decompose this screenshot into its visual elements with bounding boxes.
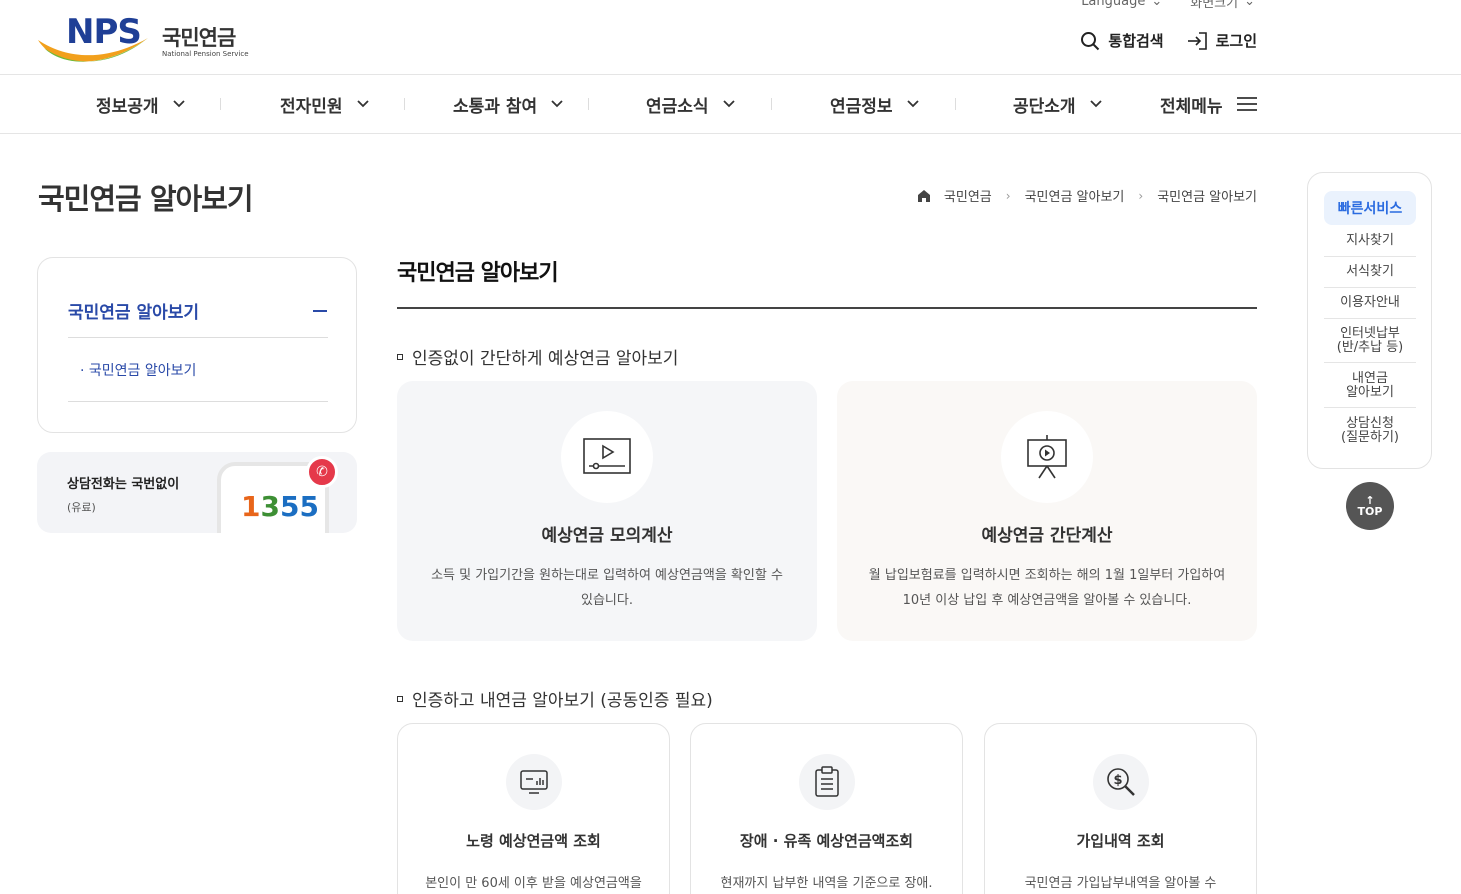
header-actions: 통합검색 로그인 xyxy=(1080,30,1257,51)
bullet-icon xyxy=(397,695,403,702)
card-subscription-history[interactable]: $ 가입내역 조회 국민연금 가입납부내역을 알아볼 수 xyxy=(984,723,1257,894)
gnb-divider xyxy=(220,98,221,110)
call-label: 상담전화는 국번없이 xyxy=(67,477,180,492)
chevron-down-icon xyxy=(551,100,563,108)
clipboard-icon xyxy=(815,766,839,797)
top-utilities: Language ⌄ 화면크기 ⌄ xyxy=(1081,0,1255,11)
card-title: 예상연금 간단계산 xyxy=(981,526,1113,546)
gnb-item-news[interactable]: 연금소식 xyxy=(646,75,735,133)
chevron-down-icon xyxy=(1089,100,1102,108)
card-description: 본인이 만 60세 이후 받을 예상연금액을 xyxy=(425,876,642,891)
quick-service-panel: 빠른서비스 지사찾기 서식찾기 이용자안내 인터넷납부 (반/추납 등) 내연금… xyxy=(1307,172,1432,469)
nps-logo-mark: NPS xyxy=(36,12,154,66)
quick-item-branch-finder[interactable]: 지사찾기 xyxy=(1324,234,1416,248)
breadcrumb-item[interactable]: 국민연금 알아보기 xyxy=(1157,186,1257,205)
quick-divider xyxy=(1324,407,1416,408)
svg-text:$: $ xyxy=(1113,773,1122,788)
section-heading: 인증하고 내연금 알아보기 (공동인증 필요) xyxy=(397,686,713,711)
call-center-banner: 상담전화는 국번없이 (유료) 1355 ✆ xyxy=(37,452,357,533)
logo-brand-en: NPS xyxy=(66,12,142,52)
bullet-icon xyxy=(397,353,403,360)
call-number: 1355 xyxy=(241,490,319,523)
side-menu-item[interactable]: · 국민연금 알아보기 xyxy=(80,360,196,380)
quick-item-consultation[interactable]: 상담신청 (질문하기) xyxy=(1324,417,1416,445)
gnb-item-communication[interactable]: 소통과 참여 xyxy=(453,75,563,133)
card-icon-circle xyxy=(506,754,562,810)
quick-divider xyxy=(1324,318,1416,319)
content-divider xyxy=(397,307,1257,309)
quick-item-online-payment[interactable]: 인터넷납부 (반/추납 등) xyxy=(1324,327,1416,355)
card-title: 예상연금 모의계산 xyxy=(541,526,673,546)
gnb-divider xyxy=(588,98,589,110)
gnb-item-pension-info[interactable]: 연금정보 xyxy=(830,75,919,133)
card-description: 소득 및 가입기간을 원하는대로 입력하여 예상연금액을 확인할 수 있습니다. xyxy=(431,568,783,608)
chevron-down-icon: ⌄ xyxy=(1151,0,1163,9)
quick-item-user-guide[interactable]: 이용자안내 xyxy=(1324,296,1416,310)
chevron-down-icon xyxy=(172,100,185,108)
chevron-down-icon: ⌄ xyxy=(1244,0,1255,9)
card-title: 노령 예상연금액 조회 xyxy=(466,832,601,850)
login-button[interactable]: 로그인 xyxy=(1186,30,1257,51)
chevron-down-icon xyxy=(906,100,919,108)
call-sub: (유료) xyxy=(67,501,96,514)
side-menu: 국민연금 알아보기 · 국민연금 알아보기 xyxy=(37,257,357,433)
card-disability-survivor-pension[interactable]: 장애 · 유족 예상연금액조회 현재까지 납부한 내역을 기준으로 장애. xyxy=(690,723,963,894)
logo[interactable]: NPS 국민연금 National Pension Service xyxy=(36,12,249,66)
breadcrumb-item[interactable]: 국민연금 xyxy=(944,186,992,205)
breadcrumb: 국민연금 › 국민연금 알아보기 › 국민연금 알아보기 xyxy=(917,186,1257,205)
card-description: 국민연금 가입납부내역을 알아볼 수 xyxy=(1024,876,1217,891)
search-icon xyxy=(1081,31,1100,50)
card-simple-calculation[interactable]: 예상연금 간단계산 월 납입보험료를 입력하시면 조회하는 해의 1월 1일부터… xyxy=(837,381,1257,641)
language-select[interactable]: Language ⌄ xyxy=(1081,0,1162,11)
global-nav: 정보공개 전자민원 소통과 참여 연금소식 연금정보 공단소개 전체메뉴 xyxy=(0,74,1461,134)
logo-brand-kr: 국민연금 National Pension Service xyxy=(162,26,249,58)
home-icon[interactable] xyxy=(917,189,930,202)
card-mock-calculation[interactable]: 예상연금 모의계산 소득 및 가입기간을 원하는대로 입력하여 예상연금액을 확… xyxy=(397,381,817,641)
money-search-icon: $ xyxy=(1107,768,1135,796)
quick-service-head: 빠른서비스 xyxy=(1324,191,1416,225)
minus-icon xyxy=(313,310,327,312)
chevron-right-icon: › xyxy=(1005,188,1011,203)
gnb-divider xyxy=(771,98,772,110)
card-icon-circle xyxy=(561,411,653,503)
login-icon xyxy=(1187,31,1207,50)
gnb-divider xyxy=(404,98,405,110)
monitor-chart-icon xyxy=(520,770,548,794)
presentation-icon xyxy=(1027,435,1067,479)
fontsize-select[interactable]: 화면크기 ⌄ xyxy=(1190,0,1255,11)
phone-call-icon: ✆ xyxy=(306,456,338,488)
video-screen-icon xyxy=(583,438,631,474)
card-description: 월 납입보험료를 입력하시면 조회하는 해의 1월 1일부터 가입하여 10년 … xyxy=(868,568,1226,608)
search-button[interactable]: 통합검색 xyxy=(1080,30,1164,51)
gnb-item-about[interactable]: 공단소개 xyxy=(1013,75,1102,133)
gnb-item-all-menu[interactable]: 전체메뉴 xyxy=(1160,75,1257,133)
page-title: 국민연금 알아보기 xyxy=(38,182,254,216)
side-menu-head[interactable]: 국민연금 알아보기 xyxy=(68,298,328,338)
section-heading: 인증없이 간단하게 예상연금 알아보기 xyxy=(397,344,678,369)
hamburger-icon xyxy=(1236,97,1257,111)
quick-item-my-pension[interactable]: 내연금 알아보기 xyxy=(1324,372,1416,400)
breadcrumb-item[interactable]: 국민연금 알아보기 xyxy=(1025,186,1125,205)
chevron-right-icon: › xyxy=(1138,188,1144,203)
scroll-top-button[interactable]: ↑ TOP xyxy=(1346,482,1394,530)
card-icon-circle: $ xyxy=(1093,754,1149,810)
card-description: 현재까지 납부한 내역을 기준으로 장애. xyxy=(720,876,933,891)
quick-divider xyxy=(1324,256,1416,257)
side-menu-divider xyxy=(68,401,328,402)
chevron-down-icon xyxy=(722,100,735,108)
gnb-divider xyxy=(955,98,956,110)
gnb-item-e-service[interactable]: 전자민원 xyxy=(280,75,369,133)
chevron-down-icon xyxy=(356,100,369,108)
card-old-age-pension[interactable]: 노령 예상연금액 조회 본인이 만 60세 이후 받을 예상연금액을 xyxy=(397,723,670,894)
card-icon-circle xyxy=(799,754,855,810)
content-title: 국민연금 알아보기 xyxy=(397,261,559,286)
card-icon-circle xyxy=(1001,411,1093,503)
quick-divider xyxy=(1324,362,1416,363)
card-title: 가입내역 조회 xyxy=(1076,832,1165,850)
quick-divider xyxy=(1324,287,1416,288)
quick-item-form-finder[interactable]: 서식찾기 xyxy=(1324,265,1416,279)
gnb-item-info[interactable]: 정보공개 xyxy=(96,75,185,133)
card-title: 장애 · 유족 예상연금액조회 xyxy=(739,832,914,850)
